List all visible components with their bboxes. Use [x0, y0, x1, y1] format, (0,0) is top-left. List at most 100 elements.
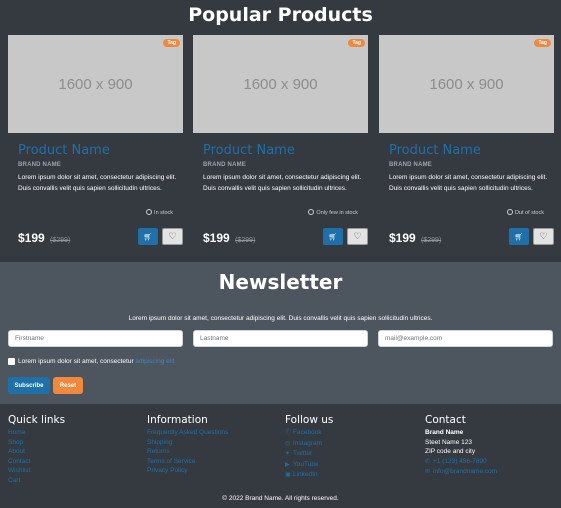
stock-label: Only few in stock: [316, 210, 358, 216]
add-to-wishlist-button[interactable]: ♡: [162, 228, 183, 245]
old-price: ($299): [421, 237, 442, 244]
reset-button[interactable]: Reset: [53, 377, 83, 394]
price: $199 ($299): [18, 231, 70, 245]
email-placeholder: mail@example.com: [385, 335, 443, 342]
footer-link-shipping[interactable]: Shipping: [147, 438, 282, 448]
consent-checkbox[interactable]: [8, 358, 15, 365]
contact-street: Steet Name 123: [425, 438, 472, 446]
product-image[interactable]: 1600 x 900: [193, 35, 368, 133]
consent-text: Lorem ipsum dolor sit amet, consectetur: [18, 358, 134, 365]
current-price: $199: [18, 231, 45, 245]
current-price: $199: [389, 231, 416, 245]
product-image[interactable]: 1600 x 900: [8, 35, 183, 133]
subscribe-button[interactable]: Subscribe: [8, 377, 50, 394]
stock-label: Out of stock: [514, 210, 544, 216]
add-to-wishlist-button[interactable]: ♡: [533, 228, 554, 245]
stock-status: In stock: [146, 209, 173, 216]
current-price: $199: [203, 231, 230, 245]
footer-link-returns[interactable]: Returns: [147, 447, 282, 457]
social-link-youtube[interactable]: ▶ YouTube: [285, 460, 420, 471]
add-to-wishlist-button[interactable]: ♡: [347, 228, 368, 245]
footer-link-shop[interactable]: Shop: [8, 438, 143, 448]
social-label: Facebook: [293, 429, 322, 436]
stock-label: In stock: [154, 210, 173, 216]
social-link-facebook[interactable]: ⓕ Facebook: [285, 428, 420, 439]
lastname-placeholder: Lastname: [200, 335, 229, 342]
popular-products-section: Popular Products 1600 x 900 Tag Product …: [0, 0, 561, 262]
brand-name: BRAND NAME: [203, 162, 246, 168]
quick-links-column: Quick links Home Shop About Contact Wish…: [8, 414, 143, 486]
add-to-cart-button[interactable]: 🛒︎: [323, 228, 343, 245]
product-description: Lorem ipsum dolor sit amet, consectetur …: [389, 174, 548, 192]
footer-link-terms[interactable]: Terms of Service: [147, 457, 282, 467]
check-circle-icon: [308, 209, 315, 215]
product-description: Lorem ipsum dolor sit amet, consectetur …: [203, 174, 362, 192]
cart-icon: 🛒︎: [143, 233, 153, 241]
lastname-input[interactable]: Lastname: [193, 330, 368, 347]
social-link-twitter[interactable]: ✦ Twitter: [285, 449, 420, 460]
contact-company: Brand Name: [425, 429, 464, 436]
product-card[interactable]: 1600 x 900 Tag Product Name BRAND NAME L…: [379, 35, 554, 250]
section-title: Popular Products: [188, 4, 373, 26]
contact-phone-link[interactable]: ✆ +1 (123) 456-7890: [425, 457, 560, 468]
mail-icon: ✉: [425, 469, 431, 476]
footer-link-wishlist[interactable]: Wishlist: [8, 466, 143, 476]
product-tag-badge: Tag: [534, 39, 551, 47]
brand-name: BRAND NAME: [18, 162, 61, 168]
footer-link-home[interactable]: Home: [8, 428, 143, 438]
contact-city: ZIP code and city: [425, 448, 476, 456]
twitter-icon: ✦: [285, 451, 291, 458]
social-link-linkedin[interactable]: ▣ LinkedIn: [285, 470, 420, 481]
footer-link-about[interactable]: About: [8, 447, 143, 457]
contact-email-link[interactable]: ✉ info@brandname.com: [425, 467, 560, 478]
add-to-cart-button[interactable]: 🛒︎: [138, 228, 158, 245]
contact-email: info@brandname.com: [433, 468, 498, 476]
product-image[interactable]: 1600 x 900: [379, 35, 554, 133]
product-name-link[interactable]: Product Name: [203, 143, 295, 158]
price: $199 ($299): [203, 231, 255, 245]
newsletter-title: Newsletter: [218, 270, 343, 294]
consent-label: Lorem ipsum dolor sit amet, consectetur …: [18, 358, 174, 365]
price: $199 ($299): [389, 231, 441, 245]
product-name-link[interactable]: Product Name: [389, 143, 481, 158]
youtube-icon: ▶: [285, 461, 290, 468]
footer-link-contact[interactable]: Contact: [8, 457, 143, 467]
product-tag-badge: Tag: [163, 39, 180, 47]
footer-link-faq[interactable]: Frequently Asked Questions: [147, 428, 282, 438]
email-input[interactable]: mail@example.com: [378, 330, 553, 347]
product-tag-badge: Tag: [348, 39, 365, 47]
heart-icon: ♡: [539, 231, 548, 241]
image-placeholder-text: 1600 x 900: [58, 75, 133, 93]
footer-link-privacy[interactable]: Privacy Policy: [147, 466, 282, 476]
check-circle-icon: [146, 209, 153, 215]
social-label: Instagram: [293, 439, 322, 447]
stock-status: Only few in stock: [308, 209, 358, 216]
newsletter-section: Newsletter Lorem ipsum dolor sit amet, c…: [0, 262, 561, 404]
product-description: Lorem ipsum dolor sit amet, consectetur …: [18, 174, 177, 192]
social-label: YouTube: [293, 460, 319, 468]
contact-phone: +1 (123) 456-7890: [433, 457, 487, 465]
firstname-placeholder: Firstname: [15, 335, 44, 342]
footer-link-cart[interactable]: Cart: [8, 476, 143, 486]
heart-icon: ♡: [168, 231, 177, 241]
heart-icon: ♡: [353, 231, 362, 241]
cart-icon: 🛒︎: [514, 233, 524, 241]
newsletter-description: Lorem ipsum dolor sit amet, consectetur …: [128, 315, 433, 322]
copyright-text: © 2022 Brand Name. All rights reserved.: [222, 495, 339, 502]
consent-link[interactable]: adipiscing elit: [135, 358, 174, 365]
instagram-icon: ◎: [285, 440, 291, 447]
follow-us-column: Follow us ⓕ Facebook ◎ Instagram ✦ Twitter …: [285, 414, 420, 481]
cart-icon: 🛒︎: [328, 233, 338, 241]
product-card[interactable]: 1600 x 900 Tag Product Name BRAND NAME L…: [193, 35, 368, 250]
check-circle-icon: [506, 209, 513, 215]
add-to-cart-button[interactable]: 🛒︎: [509, 228, 529, 245]
social-label: Twitter: [293, 450, 313, 458]
information-title: Information: [147, 414, 208, 426]
stock-status: Out of stock: [506, 209, 544, 216]
product-name-link[interactable]: Product Name: [18, 143, 110, 158]
social-link-instagram[interactable]: ◎ Instagram: [285, 439, 420, 450]
old-price: ($299): [50, 237, 71, 244]
product-card[interactable]: 1600 x 900 Tag Product Name BRAND NAME L…: [8, 35, 183, 250]
social-label: LinkedIn: [293, 471, 318, 479]
firstname-input[interactable]: Firstname: [8, 330, 183, 347]
